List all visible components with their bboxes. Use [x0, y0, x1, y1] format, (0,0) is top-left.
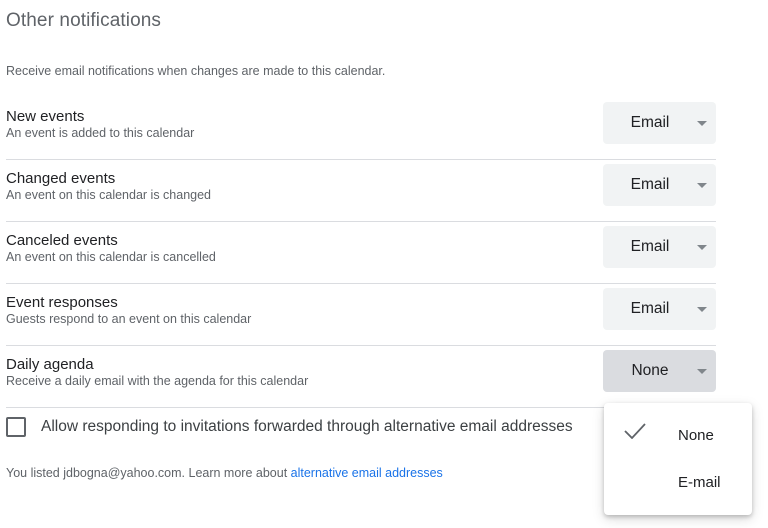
alternative-email-addresses-link[interactable]: alternative email addresses	[291, 466, 443, 480]
footnote-text: You listed jdbogna@yahoo.com. Learn more…	[6, 466, 291, 480]
caret-down-icon	[697, 183, 707, 188]
row-description: Guests respond to an event on this calen…	[6, 312, 252, 326]
caret-down-icon	[697, 307, 707, 312]
alternative-email-checkbox[interactable]	[6, 417, 26, 437]
new-events-select[interactable]: Email	[603, 102, 716, 144]
caret-down-icon	[697, 121, 707, 126]
select-value: Email	[630, 176, 670, 193]
daily-agenda-select[interactable]: None	[603, 350, 716, 392]
row-description: An event on this calendar is cancelled	[6, 250, 216, 264]
select-value: Email	[630, 114, 670, 131]
footnote: You listed jdbogna@yahoo.com. Learn more…	[6, 466, 443, 480]
caret-down-icon	[697, 369, 707, 374]
select-value: Email	[630, 300, 670, 317]
event-responses-select[interactable]: Email	[603, 288, 716, 330]
row-label: Event responses	[6, 294, 118, 311]
menu-item-none[interactable]: None	[604, 411, 752, 458]
row-description: An event on this calendar is changed	[6, 188, 211, 202]
daily-agenda-dropdown-menu: None E-mail	[604, 403, 752, 515]
row-label: Changed events	[6, 170, 116, 187]
notification-row-event-responses: Event responses Guests respond to an eve…	[0, 284, 716, 346]
row-description: An event is added to this calendar	[6, 126, 195, 140]
row-label: Canceled events	[6, 232, 118, 249]
checkbox-label[interactable]: Allow responding to invitations forwarde…	[41, 418, 573, 436]
changed-events-select[interactable]: Email	[603, 164, 716, 206]
select-value: None	[631, 362, 669, 379]
notification-row-daily-agenda: Daily agenda Receive a daily email with …	[0, 346, 716, 408]
row-label: New events	[6, 108, 85, 125]
row-description: Receive a daily email with the agenda fo…	[6, 374, 309, 388]
canceled-events-select[interactable]: Email	[603, 226, 716, 268]
menu-item-email[interactable]: E-mail	[604, 458, 752, 505]
notification-row-new-events: New events An event is added to this cal…	[0, 98, 716, 160]
menu-item-label: E-mail	[678, 474, 721, 491]
alternative-email-option: Allow responding to invitations forwarde…	[6, 417, 626, 439]
menu-item-label: None	[678, 427, 714, 444]
select-value: Email	[630, 238, 670, 255]
section-title: Other notifications	[6, 10, 162, 31]
section-intro: Receive email notifications when changes…	[6, 64, 386, 78]
notification-row-changed-events: Changed events An event on this calendar…	[0, 160, 716, 222]
row-label: Daily agenda	[6, 356, 94, 373]
checkmark-icon	[624, 423, 646, 439]
caret-down-icon	[697, 245, 707, 250]
notification-row-canceled-events: Canceled events An event on this calenda…	[0, 222, 716, 284]
